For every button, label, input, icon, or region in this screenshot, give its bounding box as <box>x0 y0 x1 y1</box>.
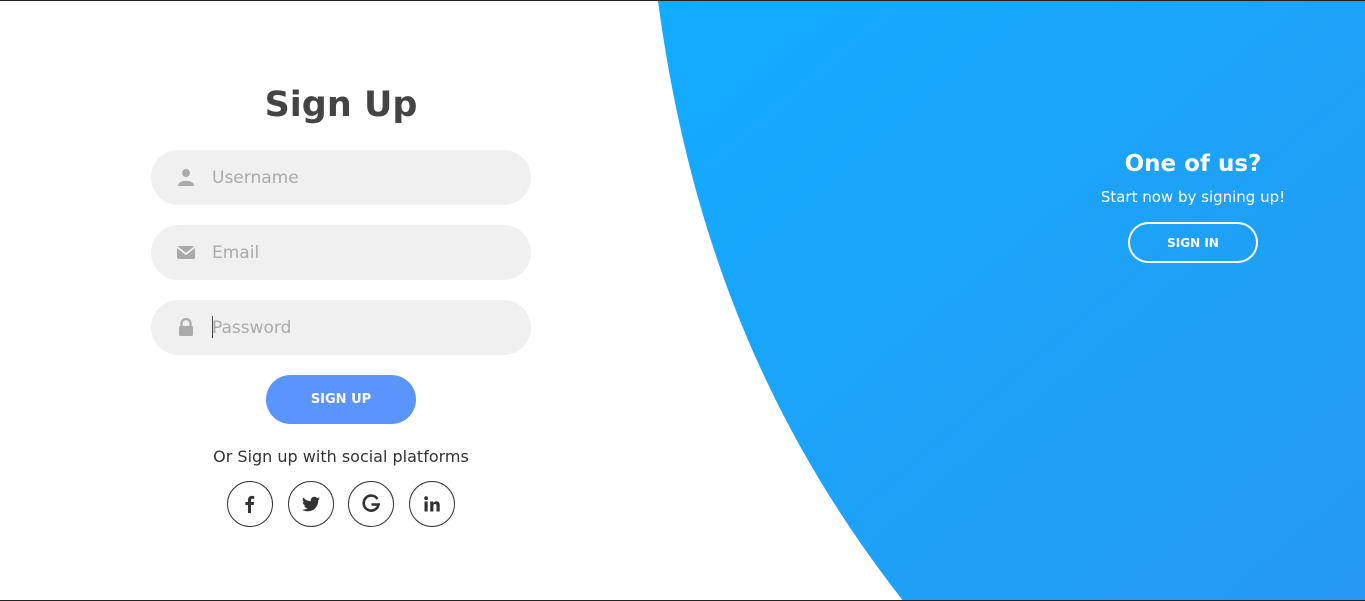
signin-button[interactable]: SIGN IN <box>1128 222 1258 263</box>
user-icon <box>178 169 194 186</box>
email-field[interactable] <box>151 225 531 280</box>
signup-button[interactable]: SIGN UP <box>266 375 416 424</box>
linkedin-button[interactable] <box>409 481 455 527</box>
twitter-button[interactable] <box>288 481 334 527</box>
text-cursor <box>212 316 213 338</box>
page-title: Sign Up <box>264 85 418 125</box>
username-field[interactable] <box>151 150 531 205</box>
google-button[interactable] <box>348 481 394 527</box>
linkedin-icon <box>424 496 440 512</box>
panel-text: Start now by signing up! <box>1100 188 1286 206</box>
username-input[interactable] <box>212 150 512 205</box>
page: Sign Up SIGN UP Or Sign up with s <box>0 0 1365 601</box>
lock-icon <box>179 318 193 336</box>
twitter-icon <box>302 496 320 512</box>
password-input[interactable] <box>212 300 512 355</box>
social-text: Or Sign up with social platforms <box>213 447 469 466</box>
password-field[interactable] <box>151 300 531 355</box>
panel-heading: One of us? <box>1124 151 1262 177</box>
email-input[interactable] <box>212 225 512 280</box>
facebook-icon <box>245 495 255 513</box>
google-icon <box>362 494 381 512</box>
facebook-button[interactable] <box>227 481 273 527</box>
envelope-icon <box>177 246 195 259</box>
signup-form: Sign Up SIGN UP Or Sign up with s <box>151 81 531 527</box>
signin-panel: One of us? Start now by signing up! SIGN… <box>1043 149 1343 263</box>
